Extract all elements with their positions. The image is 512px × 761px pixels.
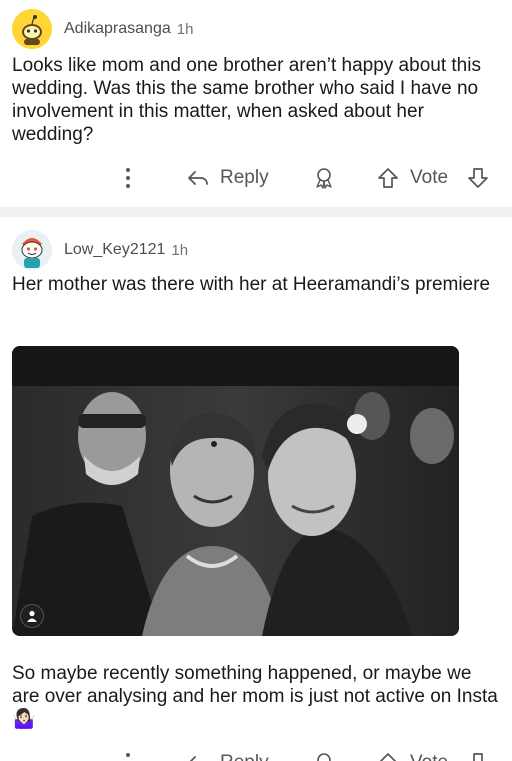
downvote-arrow-icon: [473, 753, 483, 761]
snoo-avatar-icon[interactable]: [12, 230, 52, 270]
comment-body-continued: So maybe recently something happened, or…: [12, 663, 498, 730]
reply-arrow-icon: [188, 171, 208, 185]
award-button[interactable]: [312, 166, 336, 190]
upvote-button[interactable]: Vote: [376, 166, 448, 190]
award-button[interactable]: [312, 751, 336, 761]
upvote-button[interactable]: Vote: [376, 751, 448, 761]
comment-photo[interactable]: [12, 346, 459, 636]
more-options-button[interactable]: [118, 751, 138, 761]
timestamp: 1h: [176, 20, 194, 38]
more-options-button[interactable]: [118, 166, 138, 190]
downvote-arrow-icon: [468, 168, 488, 188]
vote-label: Vote: [410, 752, 448, 761]
upvote-arrow-icon: [378, 168, 398, 188]
username[interactable]: Low_Key2121: [64, 241, 165, 259]
comment-body: Looks like mom and one brother aren’t ha…: [12, 55, 481, 145]
reply-label: Reply: [220, 752, 269, 761]
downvote-button[interactable]: [466, 751, 490, 761]
comment-meta: Low_Key2121 1h: [12, 230, 188, 270]
more-dots-icon: [126, 168, 130, 188]
vote-label: Vote: [410, 167, 449, 188]
reply-arrow-icon: [189, 756, 196, 761]
comment-2: Low_Key2121 1h Her mother was there with…: [0, 217, 512, 761]
upvote-arrow-icon: [379, 753, 397, 761]
award-icon: [317, 753, 331, 761]
comment-body: Her mother was there with her at Heerama…: [12, 274, 491, 295]
comment-actions: Reply Vote: [0, 743, 512, 761]
more-dots-icon: [126, 753, 130, 757]
username[interactable]: Adikaprasanga: [64, 20, 171, 38]
comment-meta: Adikaprasanga 1h: [12, 9, 193, 49]
reply-button[interactable]: Reply: [186, 166, 269, 190]
reply-label: Reply: [220, 167, 269, 188]
reply-button[interactable]: Reply: [186, 751, 269, 761]
comment-1: Adikaprasanga 1h Looks like mom and one …: [0, 0, 512, 207]
snoo-avatar-yellow-icon[interactable]: [12, 9, 52, 49]
user-tag-icon[interactable]: [20, 604, 44, 628]
award-icon: [316, 168, 332, 189]
comment-actions: Reply Vote: [0, 158, 512, 198]
downvote-button[interactable]: [466, 166, 490, 190]
timestamp: 1h: [171, 241, 189, 259]
photo-content: [12, 346, 459, 636]
comment-separator: [0, 207, 512, 217]
